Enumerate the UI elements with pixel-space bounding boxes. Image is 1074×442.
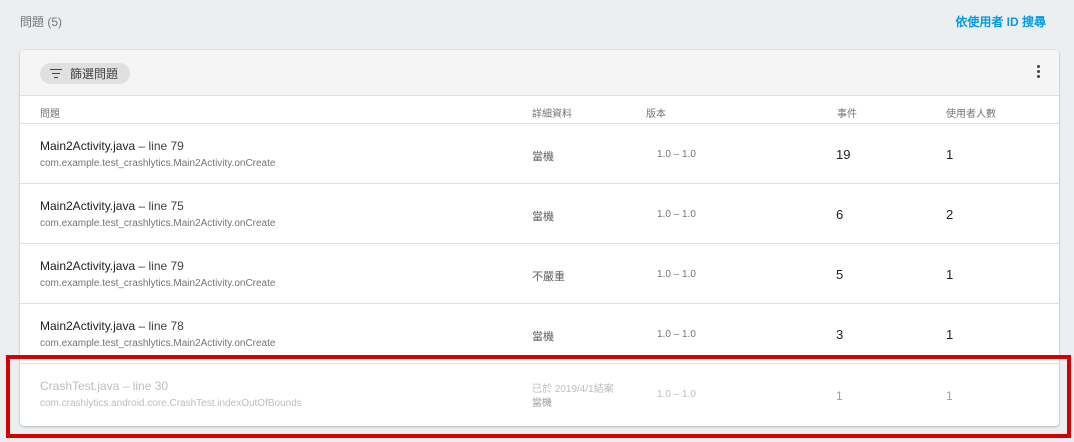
search-by-user-id-link[interactable]: 依使用者 ID 搜尋	[955, 13, 1046, 30]
column-header-details[interactable]: 詳細資料	[532, 105, 572, 120]
issue-title[interactable]: Main2Activity.java – line 79	[40, 259, 184, 273]
more-vert-icon[interactable]	[1033, 65, 1043, 81]
issue-method: com.example.test_crashlytics.Main2Activi…	[40, 158, 276, 169]
issue-details: 不嚴重	[532, 271, 565, 283]
issue-details: 當機	[532, 331, 554, 343]
issue-details: 當機	[532, 211, 554, 223]
filter-issues-button[interactable]: 篩選問題	[40, 63, 131, 84]
issue-line: – line 75	[135, 199, 184, 213]
issue-events: 6	[836, 207, 844, 222]
issue-events: 5	[836, 267, 844, 282]
column-header-version[interactable]: 版本	[646, 105, 666, 120]
column-header-events[interactable]: 事件	[837, 105, 857, 120]
column-header-issue[interactable]: 問題	[40, 105, 60, 120]
issue-version: 1.0 – 1.0	[657, 329, 696, 340]
column-header-users[interactable]: 使用者人數	[946, 105, 996, 120]
table-row[interactable]: Main2Activity.java – line 79 com.example…	[20, 124, 1059, 184]
issue-users: 1	[946, 327, 954, 342]
issue-users: 1	[946, 267, 954, 282]
issue-events: 3	[836, 327, 844, 342]
issue-file: Main2Activity.java	[40, 319, 136, 333]
issue-events: 19	[836, 147, 851, 162]
issue-line: – line 79	[135, 139, 184, 153]
issue-file: Main2Activity.java	[40, 199, 136, 213]
table-row[interactable]: Main2Activity.java – line 75 com.example…	[20, 184, 1059, 244]
issue-version: 1.0 – 1.0	[657, 269, 696, 280]
issue-users: 1	[946, 147, 954, 162]
issue-details: 當機	[532, 151, 554, 163]
table-row[interactable]: Main2Activity.java – line 79 com.example…	[20, 244, 1059, 304]
issue-file: Main2Activity.java	[40, 139, 136, 153]
issue-file: Main2Activity.java	[40, 259, 136, 273]
issue-version: 1.0 – 1.0	[657, 209, 696, 220]
issue-title[interactable]: Main2Activity.java – line 79	[40, 139, 184, 153]
filter-icon	[50, 69, 62, 79]
card-header: 篩選問題	[20, 50, 1059, 96]
issue-line: – line 78	[135, 319, 184, 333]
issue-title[interactable]: Main2Activity.java – line 75	[40, 199, 184, 213]
issue-method: com.example.test_crashlytics.Main2Activi…	[40, 218, 276, 229]
top-bar: 問題 (5) 依使用者 ID 搜尋	[0, 0, 1074, 42]
issue-line: – line 79	[135, 259, 184, 273]
issue-method: com.example.test_crashlytics.Main2Activi…	[40, 278, 276, 289]
table-header: 問題 詳細資料 版本 事件 使用者人數	[20, 97, 1059, 124]
issue-users: 2	[946, 207, 954, 222]
issue-method: com.example.test_crashlytics.Main2Activi…	[40, 338, 276, 349]
highlight-annotation-box	[6, 355, 1071, 438]
issue-version: 1.0 – 1.0	[657, 149, 696, 160]
issues-count: 問題 (5)	[20, 15, 63, 29]
issue-title[interactable]: Main2Activity.java – line 78	[40, 319, 184, 333]
filter-issues-label: 篩選問題	[70, 67, 119, 81]
